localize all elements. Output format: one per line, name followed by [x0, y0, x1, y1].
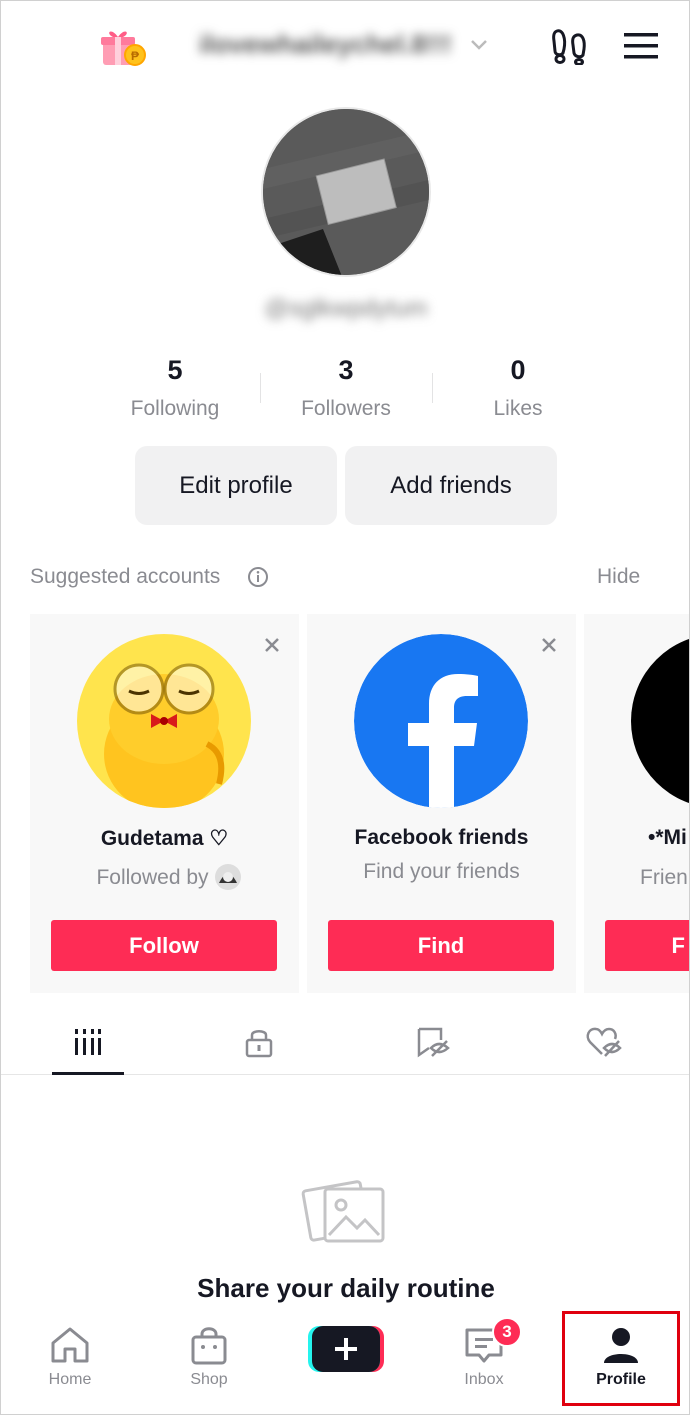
nav-home[interactable]: Home — [20, 1325, 120, 1389]
stat-followers[interactable]: 3 Followers — [260, 353, 432, 421]
nav-inbox-label: Inbox — [464, 1371, 504, 1388]
photo-placeholder-icon — [301, 1180, 385, 1243]
stat-likes[interactable]: 0 Likes — [432, 353, 604, 421]
close-icon[interactable] — [263, 636, 281, 654]
likes-label: Likes — [493, 397, 543, 420]
tab-videos[interactable] — [52, 1017, 122, 1067]
likes-count: 0 — [510, 355, 526, 385]
hide-suggestions-link[interactable]: Hide — [597, 565, 640, 589]
info-icon[interactable] — [247, 566, 269, 588]
tab-reposts[interactable] — [398, 1017, 468, 1067]
followers-count: 3 — [338, 355, 354, 385]
active-tab-indicator — [52, 1072, 124, 1075]
nav-home-label: Home — [48, 1371, 92, 1388]
profile-handle: @sglkwpdytum — [264, 295, 428, 322]
suggested-card-gudetama[interactable]: Gudetama ♡ Followed by Follow — [30, 614, 299, 993]
svg-text:₱: ₱ — [131, 49, 139, 63]
home-icon — [51, 1327, 89, 1363]
suggested-subtitle: Frien — [640, 866, 688, 889]
follower-avatar-icon — [215, 864, 241, 890]
hidden-bookmark-icon — [417, 1027, 450, 1058]
gudetama-avatar[interactable] — [77, 634, 251, 808]
edit-profile-button[interactable]: Edit profile — [135, 446, 337, 525]
suggested-card-3[interactable]: •*Mi Frien F — [584, 614, 689, 993]
following-count: 5 — [167, 355, 183, 385]
videos-grid-icon — [75, 1029, 101, 1055]
add-friends-button[interactable]: Add friends — [345, 446, 557, 525]
find-button[interactable]: Find — [328, 920, 554, 971]
facebook-logo-icon — [354, 634, 528, 808]
tab-liked[interactable] — [569, 1017, 639, 1067]
suggested-accounts-title: Suggested accounts — [30, 565, 221, 588]
suggested-name: •*Mi — [648, 826, 687, 849]
suggested-subtitle: Find your friends — [363, 860, 520, 883]
suggested-subtitle: Followed by — [96, 866, 209, 889]
followers-label: Followers — [301, 397, 391, 420]
nav-shop-label: Shop — [190, 1371, 228, 1388]
suggested-name: Facebook friends — [354, 826, 529, 849]
tab-private[interactable] — [224, 1017, 294, 1067]
stat-following[interactable]: 5 Following — [89, 353, 261, 421]
close-icon[interactable] — [540, 636, 558, 654]
hidden-heart-icon — [586, 1027, 622, 1057]
username-title[interactable]: ilovewhaileychel.8!!! — [199, 29, 452, 60]
following-label: Following — [130, 397, 220, 420]
create-button[interactable] — [306, 1324, 386, 1374]
lock-icon — [245, 1030, 273, 1058]
empty-state-title: Share your daily routine — [197, 1273, 495, 1303]
follow-button[interactable]: Follow — [51, 920, 277, 971]
gift-coin-icon[interactable]: ₱ — [99, 25, 147, 69]
app-frame: ₱ ilovewhaileychel.8!!! @sglkwpdytum 5 F — [0, 0, 690, 1415]
suggested-avatar[interactable] — [631, 634, 689, 808]
menu-icon[interactable] — [623, 31, 659, 61]
chevron-down-icon[interactable] — [469, 37, 489, 51]
footprint-icon[interactable] — [549, 27, 589, 65]
nav-shop[interactable]: Shop — [159, 1325, 259, 1389]
suggested-name: Gudetama ♡ — [100, 827, 229, 850]
shopping-bag-icon — [191, 1327, 227, 1365]
profile-highlight-box — [562, 1311, 680, 1406]
profile-avatar[interactable] — [261, 107, 431, 277]
suggested-card-facebook[interactable]: Facebook friends Find your friends Find — [307, 614, 576, 993]
inbox-badge: 3 — [492, 1317, 522, 1347]
follow-button[interactable]: F — [605, 920, 689, 971]
